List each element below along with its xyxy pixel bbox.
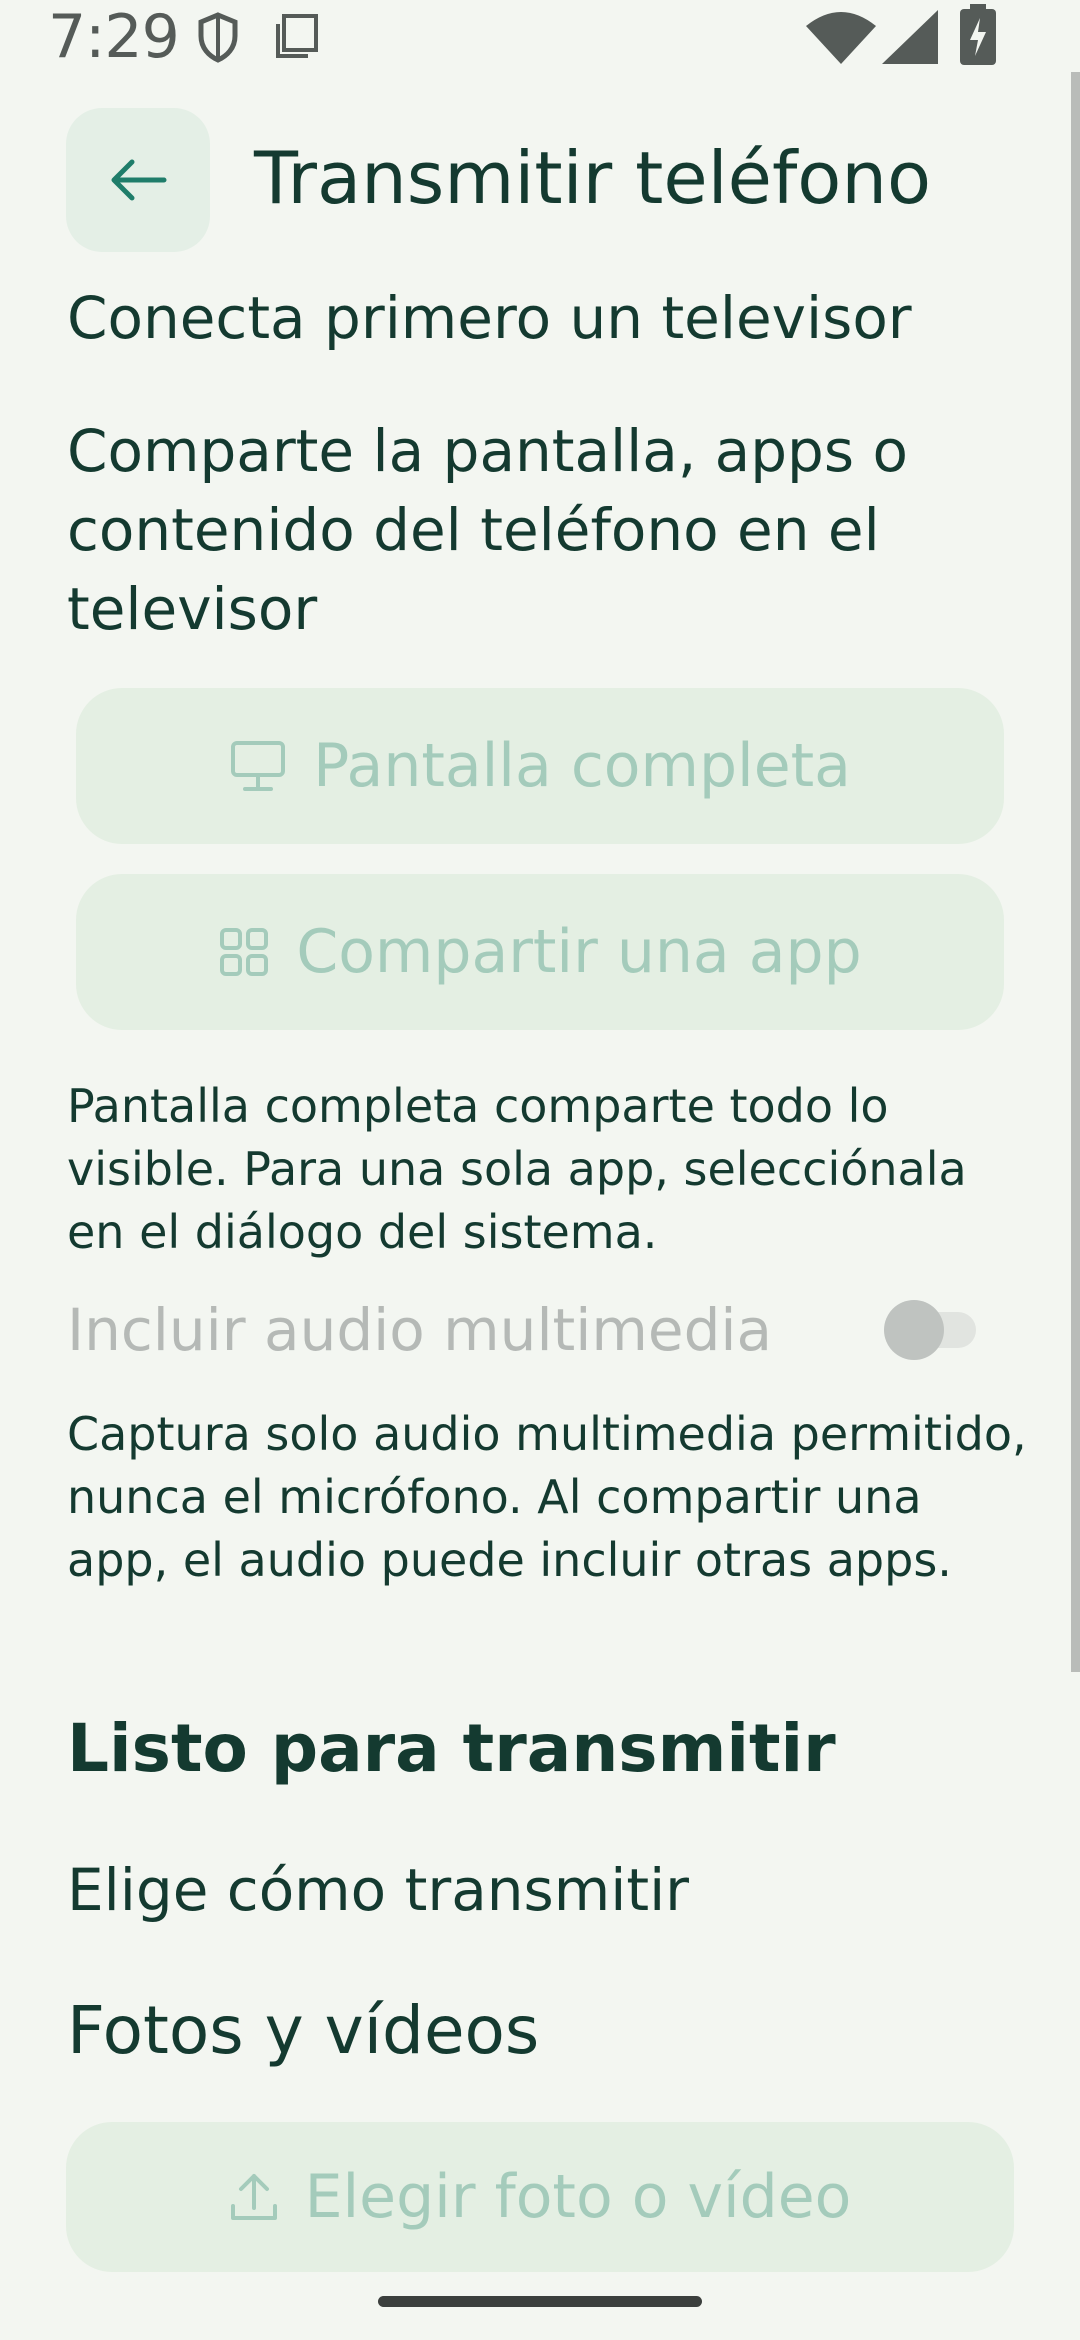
wifi-icon	[806, 12, 876, 64]
audio-help-text: Captura solo audio multimedia permitido,…	[67, 1407, 1027, 1587]
full-screen-label: Pantalla completa	[313, 731, 851, 801]
include-audio-switch[interactable]	[884, 1300, 980, 1360]
choose-photo-button[interactable]: Elegir foto o vídeo	[66, 2122, 1014, 2272]
cast-description: Comparte la pantalla, apps o contenido d…	[67, 417, 908, 643]
connect-tv-subtitle: Conecta primero un televisor	[67, 284, 912, 352]
switch-thumb	[884, 1300, 944, 1360]
full-screen-button[interactable]: Pantalla completa	[76, 688, 1004, 844]
photos-videos-heading: Fotos y vídeos	[67, 1992, 540, 2069]
arrow-left-icon	[111, 159, 167, 201]
include-audio-label: Incluir audio multimedia	[67, 1296, 773, 1364]
signal-icon	[882, 10, 938, 64]
home-indicator[interactable]	[378, 2296, 702, 2307]
share-app-label: Compartir una app	[296, 917, 862, 987]
status-bar: 7:29	[0, 0, 1080, 72]
choose-photo-label: Elegir foto o vídeo	[304, 2162, 852, 2232]
page-title: Transmitir teléfono	[254, 136, 932, 220]
screenshot-icon	[276, 14, 318, 58]
back-button[interactable]	[66, 108, 210, 252]
grid-icon	[220, 928, 269, 976]
status-time: 7:29	[48, 2, 180, 72]
upload-icon	[230, 2174, 277, 2220]
choose-cast-label: Elige cómo transmitir	[67, 1856, 690, 1924]
scrollbar[interactable]	[1071, 72, 1080, 1672]
monitor-icon	[231, 741, 286, 791]
shield-icon	[198, 12, 238, 63]
share-app-button[interactable]: Compartir una app	[76, 874, 1004, 1030]
ready-heading: Listo para transmitir	[67, 1710, 836, 1787]
battery-charging-icon	[960, 4, 996, 65]
share-help-text: Pantalla completa comparte todo lo visib…	[67, 1079, 967, 1259]
